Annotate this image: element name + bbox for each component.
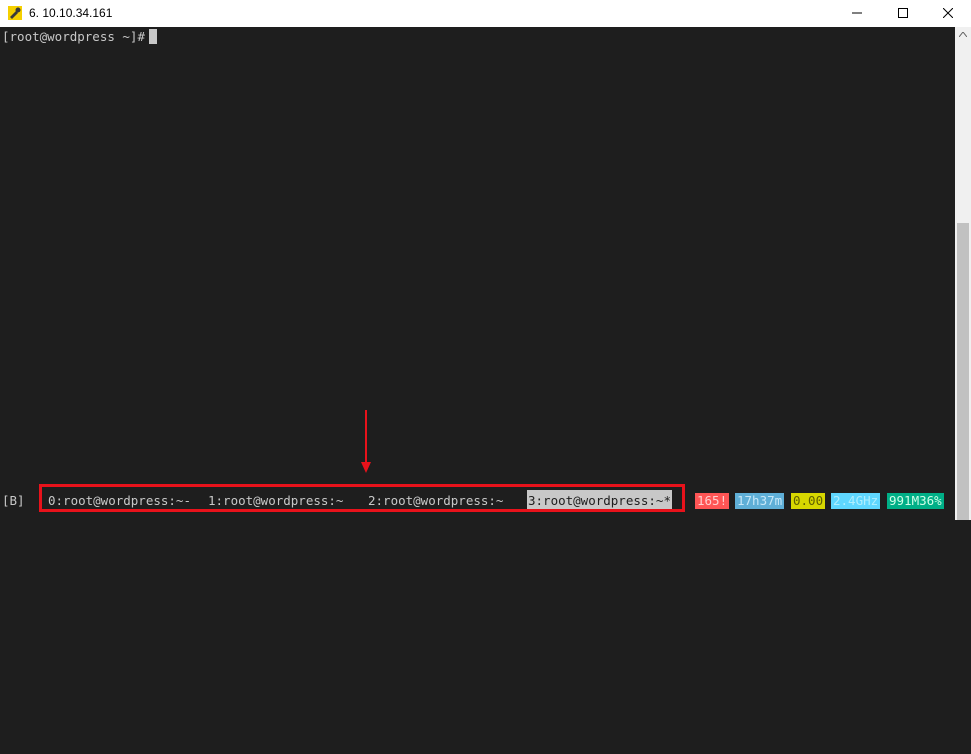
window-title: 6. 10.10.34.161: [29, 6, 113, 20]
text-cursor: [149, 29, 157, 44]
putty-key-icon[interactable]: [7, 5, 23, 21]
title-bar: 6. 10.10.34.161: [0, 0, 971, 27]
prompt-line: [root@wordpress ~]#: [2, 29, 157, 44]
vertical-scrollbar[interactable]: [955, 27, 971, 520]
session-name: [B]: [2, 493, 25, 508]
annotation-highlight-box: [39, 484, 685, 512]
scroll-up-button[interactable]: [955, 27, 971, 43]
annotation-arrow-icon: [361, 410, 371, 473]
terminal-area[interactable]: [root@wordpress ~]#: [0, 27, 955, 520]
minimize-button[interactable]: [834, 0, 880, 27]
close-icon: [943, 8, 953, 18]
cpu-frequency-badge: 2.4GHz: [831, 493, 881, 509]
memory-usage-badge: 991M36%: [887, 493, 944, 509]
uptime-badge: 17h37m: [735, 493, 785, 509]
load-average-badge: 0.00: [791, 493, 826, 509]
alert-count-badge: 165!: [695, 493, 730, 509]
shell-prompt: [root@wordpress ~]#: [2, 29, 145, 44]
maximize-button[interactable]: [880, 0, 926, 27]
minimize-icon: [852, 12, 862, 14]
chevron-up-icon: [959, 32, 967, 37]
close-button[interactable]: [925, 0, 971, 27]
scrollbar-thumb[interactable]: [957, 223, 969, 520]
maximize-icon: [898, 8, 908, 18]
